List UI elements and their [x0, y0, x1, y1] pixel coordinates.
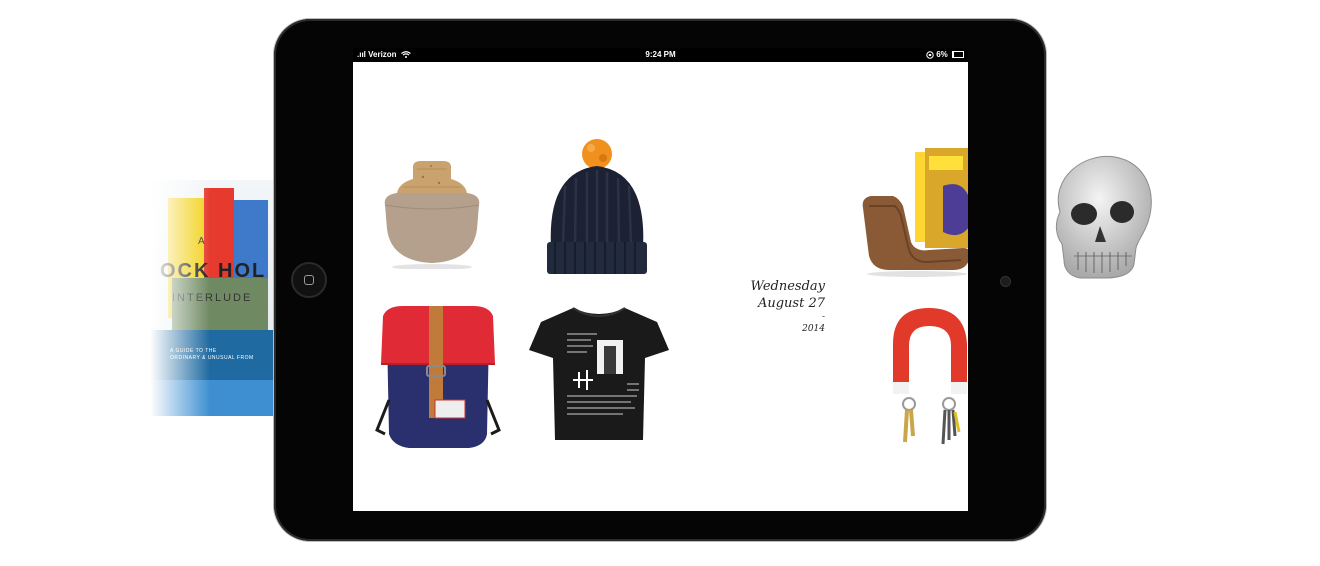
- battery-percent: 6%: [936, 50, 948, 59]
- background-book-cover: A OCK HOL INTERLUDE A GUIDE TO THE ORDIN…: [150, 180, 280, 416]
- home-square-icon: [304, 275, 314, 285]
- skull-icon: [1055, 155, 1152, 279]
- date-month-day: August 27: [757, 296, 825, 311]
- date-separator: -: [821, 312, 825, 322]
- device-screen: .ııl Verizon 9:24 PM 6% Wednesday August…: [353, 48, 968, 511]
- ipad-device: .ııl Verizon 9:24 PM 6% Wednesday August…: [274, 19, 1046, 541]
- status-time: 9:24 PM: [645, 50, 676, 59]
- battery-icon: [952, 51, 964, 59]
- status-bar: .ııl Verizon 9:24 PM 6%: [353, 48, 968, 62]
- product-beanie[interactable]: [547, 139, 647, 274]
- product-tshirt[interactable]: [529, 307, 669, 440]
- home-button[interactable]: [291, 262, 327, 298]
- status-right: 6%: [926, 48, 964, 62]
- product-magazine-rack[interactable]: [862, 148, 968, 277]
- date-display: Wednesday August 27 - 2014: [751, 278, 825, 336]
- product-backpack[interactable]: [375, 306, 501, 448]
- product-cork-jar[interactable]: [377, 157, 487, 269]
- rotation-lock-icon: [926, 51, 934, 59]
- product-magnet-key-holder[interactable]: [893, 308, 967, 445]
- book-fade: [150, 180, 210, 416]
- camera-icon: [1000, 276, 1011, 287]
- date-weekday: Wednesday: [750, 279, 825, 294]
- date-year: 2014: [802, 324, 825, 334]
